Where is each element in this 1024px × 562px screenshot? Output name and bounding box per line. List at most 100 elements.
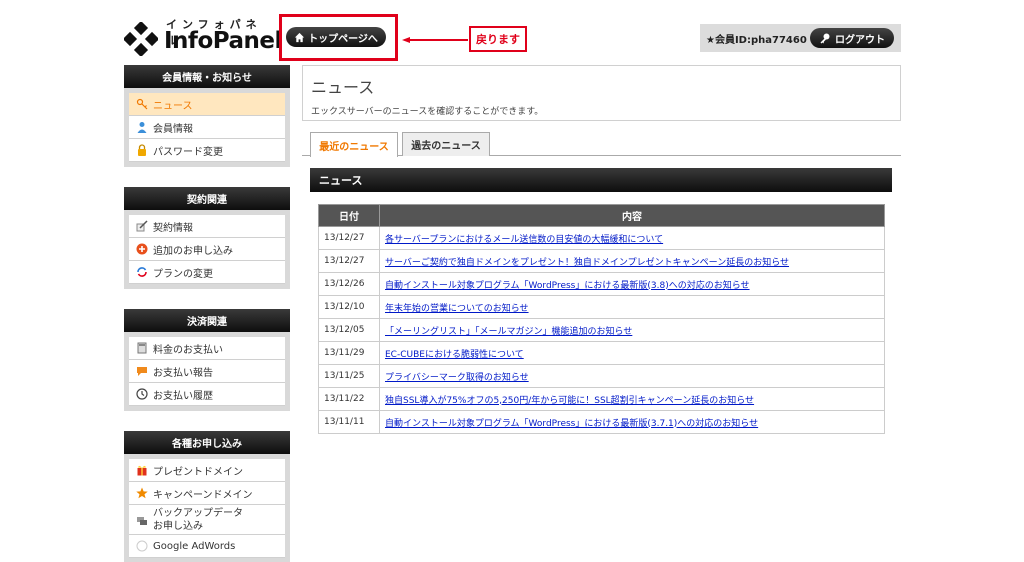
sidebar-item[interactable]: お支払い報告 — [129, 360, 285, 383]
news-content: 独自SSL導入が75%オフの5,250円/年から可能に！SSL超割引キャンペーン… — [379, 387, 885, 411]
sidebar-item[interactable]: 契約情報 — [129, 215, 285, 238]
table-row: 13/11/11 自動インストール対象プログラム「WordPress」における最新… — [318, 410, 885, 434]
clock-icon — [136, 388, 148, 400]
sidebar-item-label: お支払い報告 — [153, 367, 213, 379]
table-row: 13/12/10 年末年始の営業についてのお知らせ — [318, 295, 885, 319]
sidebar-item[interactable]: バックアップデータ お申し込み — [129, 505, 285, 535]
sidebar-item-label: 契約情報 — [153, 222, 193, 234]
news-content: 自動インストール対象プログラム「WordPress」における最新版(3.7.1)… — [379, 410, 885, 434]
sidebar-list: 料金のお支払い お支払い報告 お支払い履歴 — [129, 337, 285, 406]
news-date: 13/12/27 — [318, 249, 380, 273]
news-date: 13/11/11 — [318, 410, 380, 434]
arrow-left-icon — [402, 37, 468, 43]
page-title: ニュース — [311, 78, 375, 97]
news-content: EC-CUBEにおける脆弱性について — [379, 341, 885, 365]
news-date: 13/12/27 — [318, 226, 380, 250]
news-content: プライバシーマーク取得のお知らせ — [379, 364, 885, 388]
sidebar-item[interactable]: キャンペーンドメイン — [129, 482, 285, 505]
sidebar-section-title: 会員情報・お知らせ — [124, 65, 290, 88]
tab-past-news[interactable]: 過去のニュース — [402, 132, 490, 156]
news-content: 各サーバープランにおけるメール送信数の目安値の大幅緩和について — [379, 226, 885, 250]
top-page-button[interactable]: トップページへ — [286, 27, 386, 47]
news-link[interactable]: 各サーバープランにおけるメール送信数の目安値の大幅緩和について — [385, 235, 663, 245]
sidebar-section-2: 契約関連契約情報追加のお申し込み プランの変更 — [124, 187, 290, 289]
sidebar-list: プレゼントドメイン キャンペーンドメインバックアップデータ お申し込み Google … — [129, 459, 285, 558]
news-link[interactable]: EC-CUBEにおける脆弱性について — [385, 350, 524, 360]
news-link[interactable]: 自動インストール対象プログラム「WordPress」における最新版(3.7.1)… — [385, 419, 758, 429]
sidebar-item[interactable]: ニュース — [129, 93, 285, 116]
sidebar-item-label: キャンペーンドメイン — [153, 489, 253, 501]
news-link[interactable]: プライバシーマーク取得のお知らせ — [385, 373, 529, 383]
sidebar-section-title: 各種お申し込み — [124, 431, 290, 454]
home-icon — [295, 32, 305, 42]
sidebar-item[interactable]: Google AdWords — [129, 535, 285, 558]
tab-recent-news[interactable]: 最近のニュース — [310, 132, 398, 157]
logo[interactable]: インフォパネル InfoPanel — [124, 16, 282, 58]
news-tabs: 最近のニュース 過去のニュース — [302, 132, 901, 157]
news-link[interactable]: サーバーご契約で独自ドメインをプレゼント！独自ドメインプレゼントキャンペーン延長… — [385, 258, 789, 268]
key-icon — [820, 33, 830, 44]
logo-text: InfoPanel — [164, 28, 282, 54]
google-icon — [136, 540, 148, 552]
sidebar-item-label: 追加のお申し込み — [153, 245, 233, 257]
table-row: 13/11/29 EC-CUBEにおける脆弱性について — [318, 341, 885, 365]
sidebar-section-title: 契約関連 — [124, 187, 290, 210]
table-row: 13/12/26 自動インストール対象プログラム「WordPress」における最新… — [318, 272, 885, 296]
sidebar-item[interactable]: パスワード変更 — [129, 139, 285, 162]
sidebar-item-label: プランの変更 — [153, 268, 213, 280]
news-content: 年末年始の営業についてのお知らせ — [379, 295, 885, 319]
member-id: ★会員ID:pha77460 — [706, 34, 807, 46]
sidebar-item-label: お支払い履歴 — [153, 390, 213, 402]
news-link[interactable]: 自動インストール対象プログラム「WordPress」における最新版(3.8)への… — [385, 281, 750, 291]
sidebar-item-label: パスワード変更 — [153, 146, 223, 158]
news-date: 13/12/26 — [318, 272, 380, 296]
news-section-title: ニュース — [310, 168, 892, 192]
person-icon — [136, 121, 148, 133]
news-link[interactable]: 「メーリングリスト」「メールマガジン」機能追加のお知らせ — [385, 327, 632, 337]
table-row: 13/12/05 「メーリングリスト」「メールマガジン」機能追加のお知らせ — [318, 318, 885, 342]
sidebar-item-label: 会員情報 — [153, 123, 193, 135]
plus-icon — [136, 243, 148, 255]
sidebar-item-label: 料金のお支払い — [153, 344, 223, 356]
page-title-box: ニュース エックスサーバーのニュースを確認することができます。 — [302, 65, 901, 121]
logo-diamonds-icon — [124, 22, 158, 56]
sidebar-item[interactable]: 会員情報 — [129, 116, 285, 139]
backup-icon — [136, 514, 148, 526]
news-link[interactable]: 年末年始の営業についてのお知らせ — [385, 304, 529, 314]
gift-icon — [136, 464, 148, 476]
refresh-icon — [136, 266, 148, 278]
sidebar-item[interactable]: お支払い履歴 — [129, 383, 285, 406]
news-date: 13/11/29 — [318, 341, 380, 365]
chat-icon — [136, 365, 148, 377]
news-date: 13/12/10 — [318, 295, 380, 319]
sidebar-item-label: プレゼントドメイン — [153, 466, 243, 478]
sidebar-section-title: 決済関連 — [124, 309, 290, 332]
header-date: 日付 — [318, 204, 380, 227]
news-link[interactable]: 独自SSL導入が75%オフの5,250円/年から可能に！SSL超割引キャンペーン… — [385, 396, 754, 406]
table-row: 13/12/27 各サーバープランにおけるメール送信数の目安値の大幅緩和について — [318, 226, 885, 250]
sidebar-list: ニュース会員情報パスワード変更 — [129, 93, 285, 162]
back-callout: 戻ります — [469, 26, 527, 52]
sidebar-item[interactable]: プレゼントドメイン — [129, 459, 285, 482]
news-content: 自動インストール対象プログラム「WordPress」における最新版(3.8)への… — [379, 272, 885, 296]
calculator-icon — [136, 342, 148, 354]
news-date: 13/12/05 — [318, 318, 380, 342]
sidebar-section-1: 会員情報・お知らせニュース会員情報パスワード変更 — [124, 65, 290, 167]
table-row: 13/11/22 独自SSL導入が75%オフの5,250円/年から可能に！SSL超… — [318, 387, 885, 411]
sidebar-item-label: ニュース — [153, 100, 193, 112]
news-date: 13/11/25 — [318, 364, 380, 388]
sidebar-item[interactable]: 料金のお支払い — [129, 337, 285, 360]
pen-icon — [136, 220, 148, 232]
news-date: 13/11/22 — [318, 387, 380, 411]
sidebar-item[interactable]: 追加のお申し込み — [129, 238, 285, 261]
sidebar-section-4: 各種お申し込みプレゼントドメイン キャンペーンドメインバックアップデータ お申し込み… — [124, 431, 290, 562]
star-icon — [136, 487, 148, 499]
news-table: 日付 内容 13/12/27 各サーバープランにおけるメール送信数の目安値の大幅緩… — [318, 204, 885, 434]
sidebar-item[interactable]: プランの変更 — [129, 261, 285, 284]
logout-button[interactable]: ログアウト — [810, 28, 894, 48]
sidebar-list: 契約情報追加のお申し込み プランの変更 — [129, 215, 285, 284]
top-page-label: トップページへ — [308, 33, 378, 45]
header-content: 内容 — [379, 204, 885, 227]
sidebar-item-label: Google AdWords — [153, 540, 236, 552]
news-content: 「メーリングリスト」「メールマガジン」機能追加のお知らせ — [379, 318, 885, 342]
